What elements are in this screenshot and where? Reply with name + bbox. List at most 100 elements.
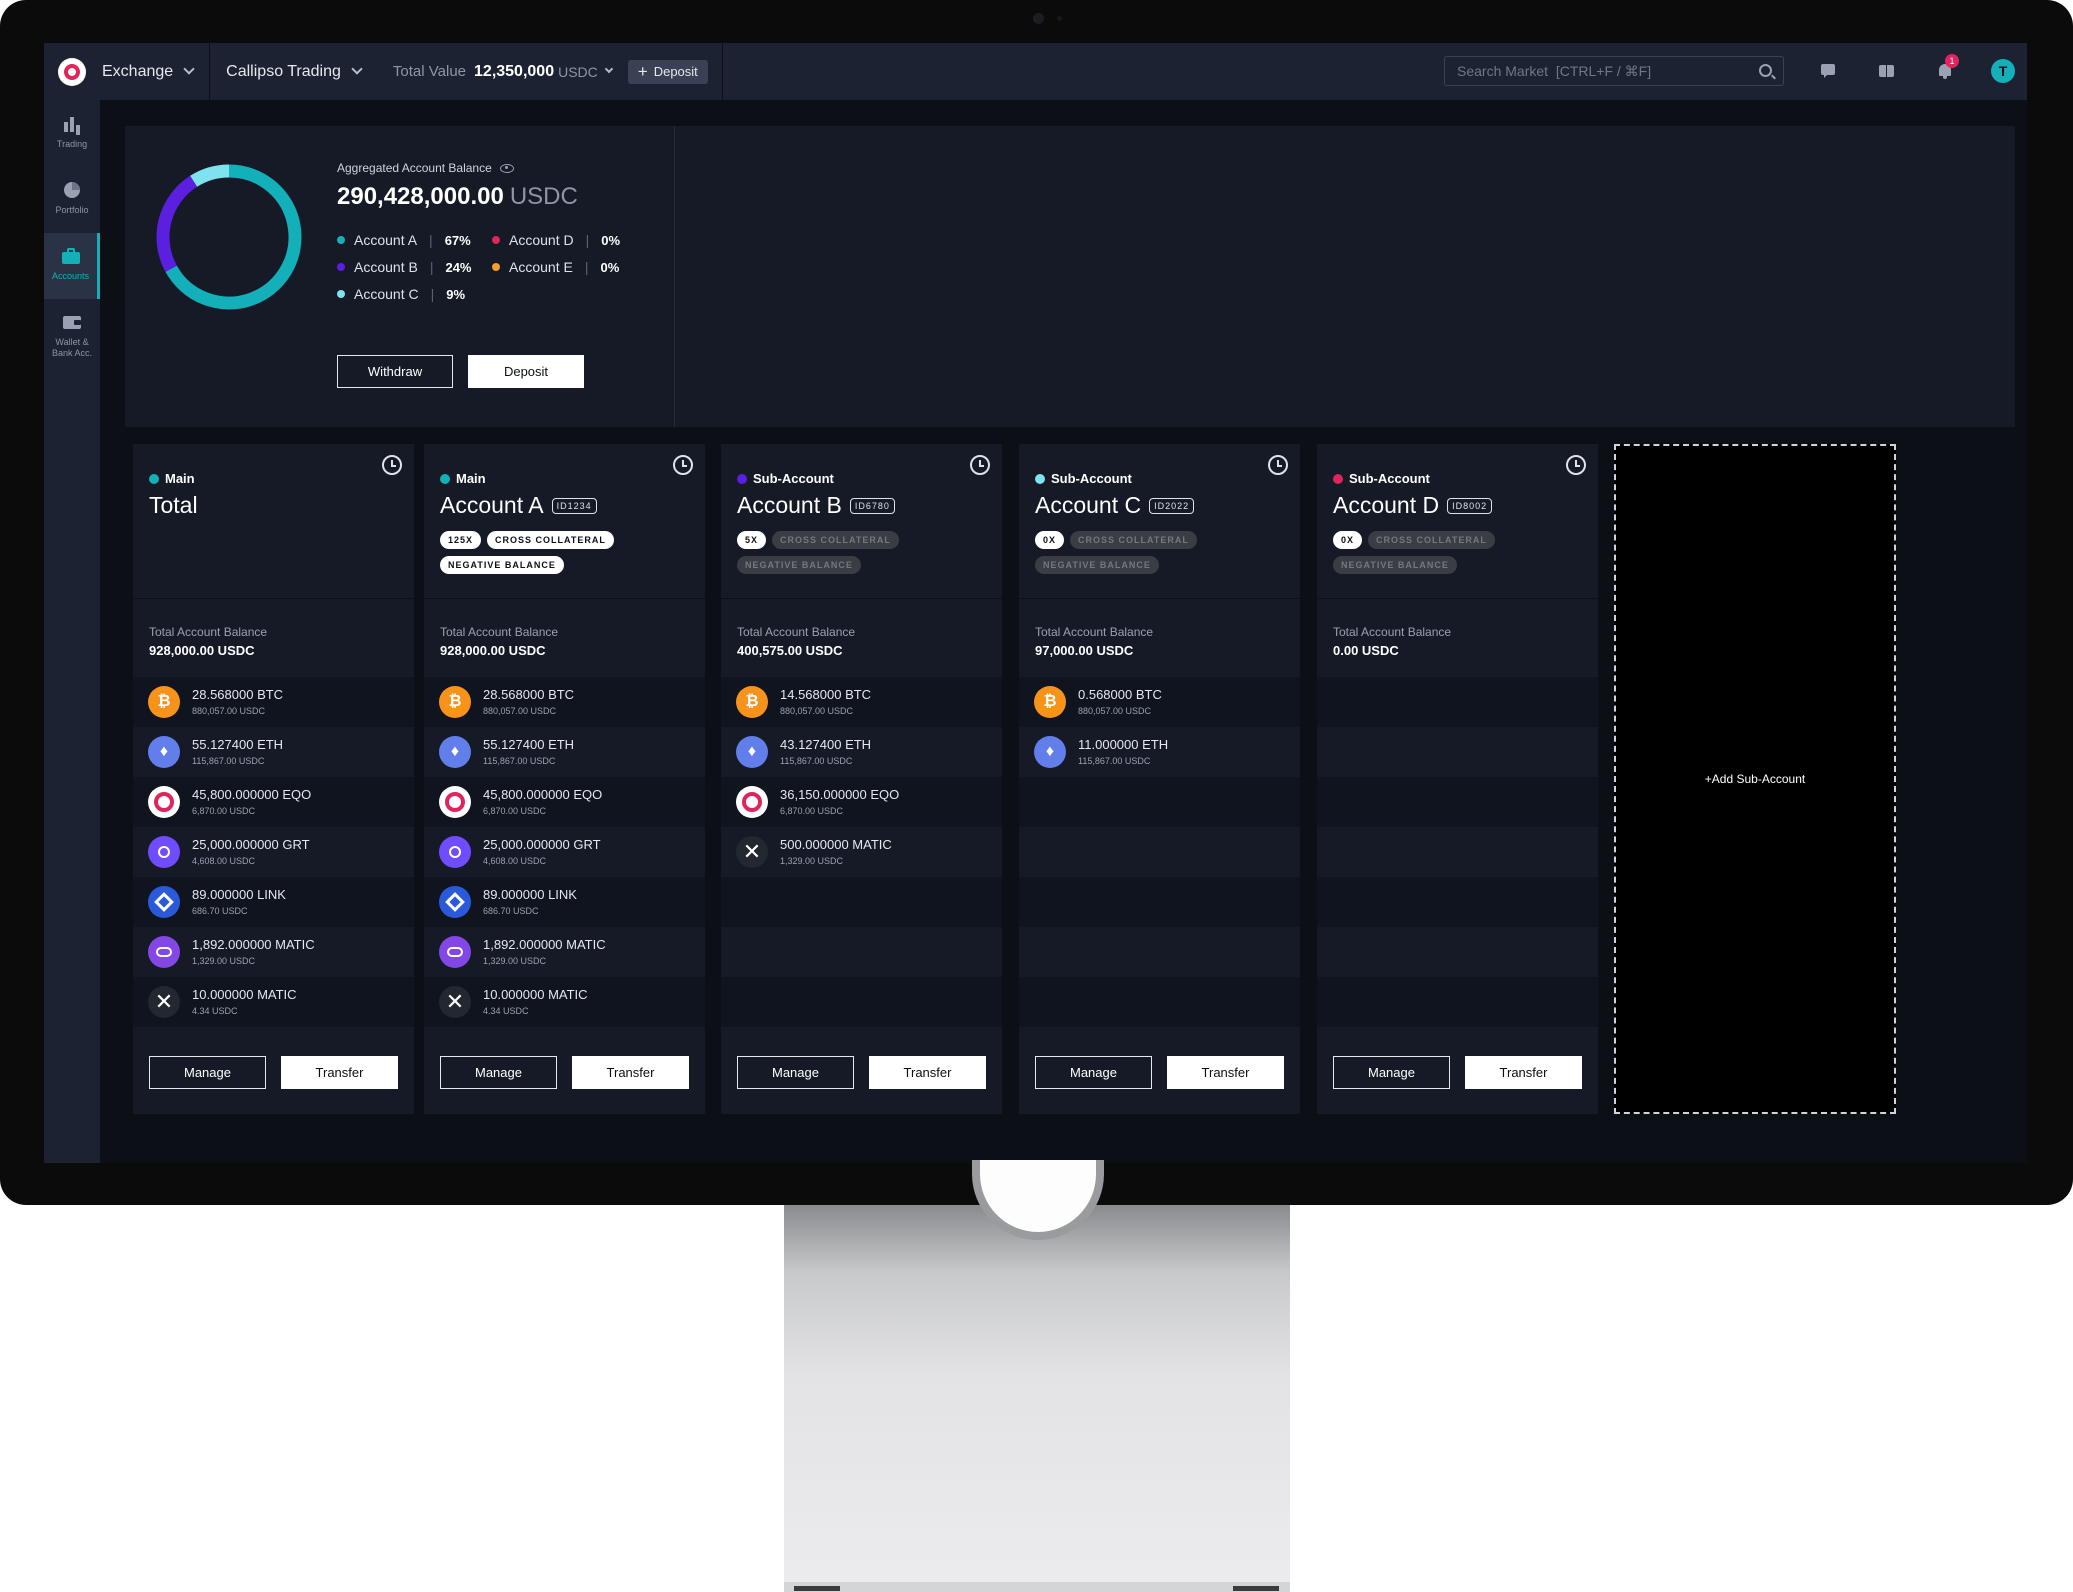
sidebar-item-wallet[interactable]: Wallet & Bank Acc. [44, 312, 100, 372]
manage-button[interactable]: Manage [149, 1056, 266, 1089]
legend-percent: 67% [444, 232, 471, 248]
asset-row[interactable]: ♦ 43.127400 ETH 115,867.00 USDC [721, 727, 1002, 777]
account-tags: 0X CROSS COLLATERAL NEGATIVE BALANCE [1333, 531, 1593, 574]
asset-row[interactable]: 25,000.000000 GRT 4,608.00 USDC [133, 827, 414, 877]
asset-list: ₿ 28.568000 BTC 880,057.00 USDC ♦ 55.127… [133, 677, 414, 1027]
withdraw-button[interactable]: Withdraw [337, 355, 453, 388]
sidebar-item-portfolio[interactable]: Portfolio [44, 180, 100, 232]
history-icon[interactable] [382, 455, 402, 475]
asset-row[interactable]: ₿ 28.568000 BTC 880,057.00 USDC [424, 677, 705, 727]
manage-button[interactable]: Manage [1035, 1056, 1152, 1089]
matic-coin-icon [148, 936, 180, 968]
legend-percent: 0% [601, 232, 621, 248]
history-icon[interactable] [673, 455, 693, 475]
add-sub-account-button[interactable]: +Add Sub-Account [1614, 444, 1896, 1114]
account-balance-label: Total Account Balance [737, 625, 856, 639]
search-market[interactable] [1444, 56, 1784, 86]
account-tag: CROSS COLLATERAL [1368, 531, 1495, 549]
account-tag: NEGATIVE BALANCE [1333, 556, 1457, 574]
empty-asset-row [1317, 977, 1598, 1027]
asset-row[interactable]: 25,000.000000 GRT 4,608.00 USDC [424, 827, 705, 877]
manage-button[interactable]: Manage [440, 1056, 557, 1089]
asset-row[interactable]: 1,892.000000 MATIC 1,329.00 USDC [424, 927, 705, 977]
asset-usdc-value: 115,867.00 USDC [1078, 756, 1151, 766]
account-balance-value: 928,000.00 USDC [440, 643, 546, 658]
eye-icon[interactable] [499, 163, 514, 173]
account-cards: Sub-Account Account D ID8002 0X CROSS COLL… [133, 444, 2023, 1114]
account-balance-value: 0.00 USDC [1333, 643, 1399, 658]
asset-row[interactable]: ♦ 11.000000 ETH 115,867.00 USDC [1019, 727, 1300, 777]
asset-row[interactable]: ✕ 500.000000 MATIC 1,329.00 USDC [721, 827, 1002, 877]
donut-slice-account-c [190, 164, 230, 187]
asset-row[interactable]: ₿ 28.568000 BTC 880,057.00 USDC [133, 677, 414, 727]
legend-separator: | [429, 259, 434, 275]
monitor-frame: Exchange Callipso Trading Total Value 12… [0, 0, 2073, 1205]
asset-row[interactable]: ♦ 55.127400 ETH 115,867.00 USDC [133, 727, 414, 777]
account-title: Account D ID8002 [1333, 492, 1493, 519]
asset-amount: 28.568000 BTC [483, 687, 575, 702]
sidebar-item-trading[interactable]: Trading [44, 114, 100, 166]
book-icon[interactable] [1878, 62, 1896, 80]
transfer-button[interactable]: Transfer [869, 1056, 986, 1089]
asset-row[interactable]: 45,800.000000 EQO 6,870.00 USDC [424, 777, 705, 827]
asset-usdc-value: 4.34 USDC [192, 1006, 238, 1016]
search-icon[interactable] [1759, 64, 1772, 77]
transfer-button[interactable]: Transfer [1465, 1056, 1582, 1089]
asset-row[interactable]: 45,800.000000 EQO 6,870.00 USDC [133, 777, 414, 827]
empty-asset-row [1317, 677, 1598, 727]
grt-coin-icon [148, 836, 180, 868]
asset-row[interactable]: ♦ 55.127400 ETH 115,867.00 USDC [424, 727, 705, 777]
total-value-unit: USDC [558, 63, 598, 80]
asset-row[interactable]: 89.000000 LINK 686.70 USDC [424, 877, 705, 927]
search-input[interactable] [1457, 63, 1747, 79]
asset-row[interactable]: ₿ 14.568000 BTC 880,057.00 USDC [721, 677, 1002, 727]
monitor-stand [784, 1205, 1290, 1590]
manage-button[interactable]: Manage [1333, 1056, 1450, 1089]
asset-usdc-value: 686.70 USDC [192, 906, 248, 916]
history-icon[interactable] [1268, 455, 1288, 475]
asset-row[interactable]: 1,892.000000 MATIC 1,329.00 USDC [133, 927, 414, 977]
workspace-dropdown[interactable]: Callipso Trading [210, 43, 377, 100]
account-type: Sub-Account [1035, 471, 1132, 486]
deposit-button[interactable]: Deposit [468, 355, 584, 388]
asset-amount: 36,150.000000 EQO [780, 787, 900, 802]
legend-dot [492, 263, 500, 271]
wallet-icon [62, 312, 82, 332]
history-icon[interactable] [1566, 455, 1586, 475]
asset-usdc-value: 115,867.00 USDC [780, 756, 853, 766]
eqo-coin-icon [148, 786, 180, 818]
total-value-selector[interactable]: Total Value 12,350,000 USDC [377, 63, 614, 81]
balance-summary: Aggregated Account Balance 290,428,000.0… [125, 126, 675, 427]
empty-asset-row [1317, 927, 1598, 977]
asset-row[interactable]: ₿ 0.568000 BTC 880,057.00 USDC [1019, 677, 1300, 727]
legend-separator: | [584, 259, 589, 275]
matic-coin-icon [439, 936, 471, 968]
eth-coin-icon: ♦ [736, 736, 768, 768]
legend-dot [337, 263, 345, 271]
asset-amount: 0.568000 BTC [1078, 687, 1162, 702]
top-deposit-button[interactable]: + Deposit [627, 59, 708, 84]
transfer-button[interactable]: Transfer [1167, 1056, 1284, 1089]
account-tag: CROSS COLLATERAL [772, 531, 899, 549]
asset-row[interactable]: ✕ 10.000000 MATIC 4.34 USDC [424, 977, 705, 1027]
account-title: Total [149, 492, 198, 519]
chevron-down-icon [351, 63, 363, 75]
chat-icon[interactable] [1820, 62, 1838, 80]
asset-row[interactable]: ✕ 10.000000 MATIC 4.34 USDC [133, 977, 414, 1027]
exchange-dropdown[interactable]: Exchange [86, 43, 209, 100]
sidebar-item-accounts[interactable]: Accounts [44, 233, 100, 299]
legend-separator: | [429, 232, 433, 248]
avatar[interactable]: T [1991, 59, 2015, 83]
account-balance-label: Total Account Balance [440, 625, 559, 639]
account-type-label: Main [456, 471, 486, 486]
legend-label: Account C [354, 286, 419, 302]
asset-row[interactable]: 36,150.000000 EQO 6,870.00 USDC [721, 777, 1002, 827]
asset-row[interactable]: 89.000000 LINK 686.70 USDC [133, 877, 414, 927]
transfer-button[interactable]: Transfer [281, 1056, 398, 1089]
xrp-coin-icon: ✕ [736, 836, 768, 868]
history-icon[interactable] [970, 455, 990, 475]
account-card: Main Account A ID1234 125X CROSS COLLATERA… [424, 444, 705, 1114]
exchange-logo-icon[interactable] [58, 57, 86, 86]
manage-button[interactable]: Manage [737, 1056, 854, 1089]
transfer-button[interactable]: Transfer [572, 1056, 689, 1089]
